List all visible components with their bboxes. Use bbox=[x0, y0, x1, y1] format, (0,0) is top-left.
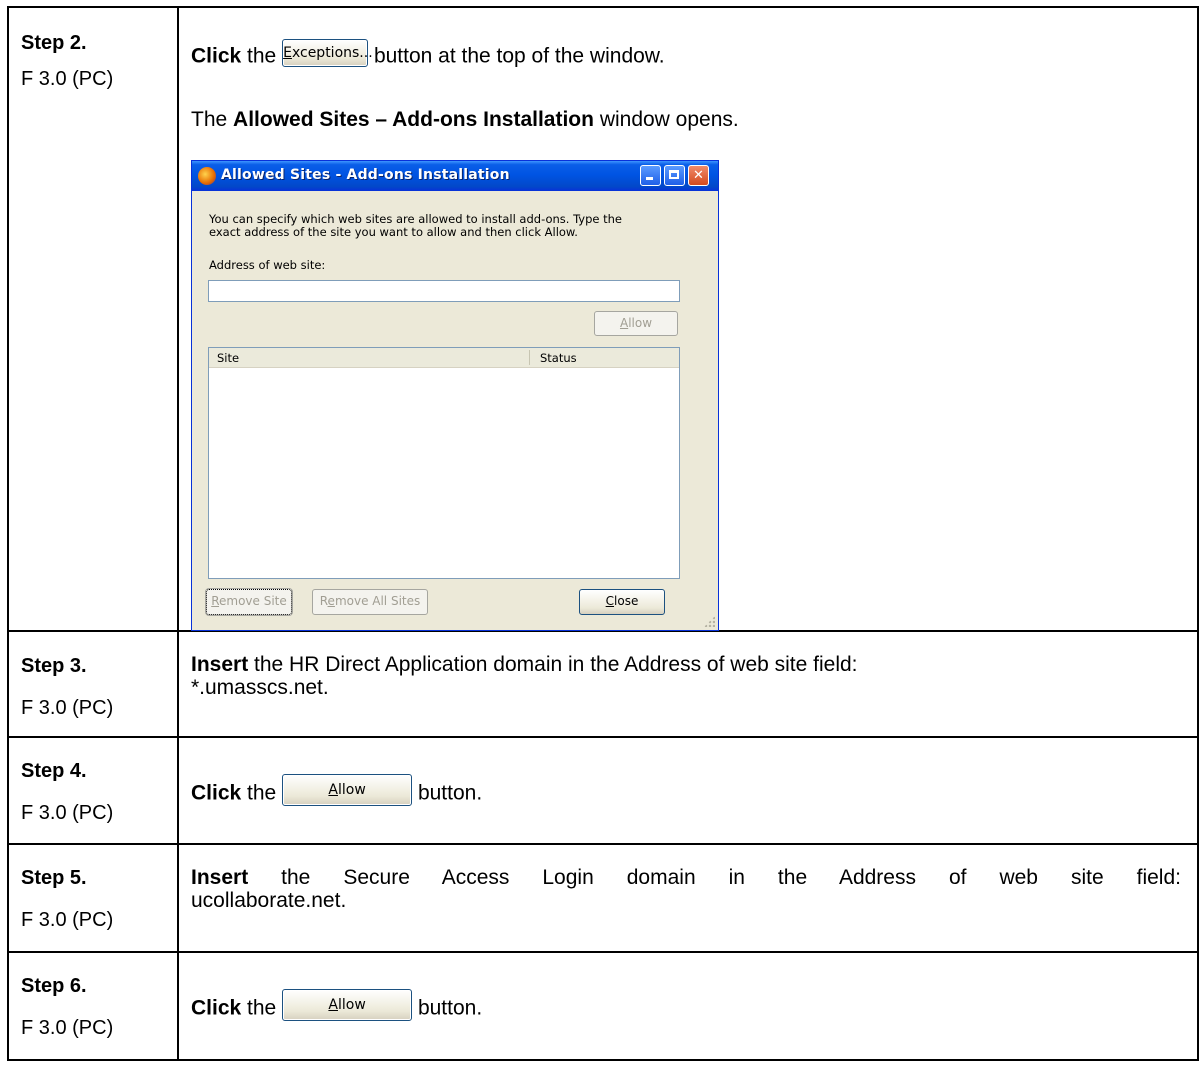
step-label: Step 4. bbox=[21, 760, 87, 782]
step-label: Step 5. bbox=[21, 867, 87, 889]
instruction-text: the Secure Access Login domain in the Ad… bbox=[281, 866, 1181, 889]
instruction-text: the HR Direct Application domain in the … bbox=[254, 653, 858, 676]
address-input[interactable] bbox=[208, 280, 680, 302]
step-cell: Step 3. F 3.0 (PC) bbox=[7, 630, 179, 738]
action-word: Insert bbox=[191, 653, 249, 676]
allow-button-image: Allow bbox=[282, 989, 413, 1021]
steps-table: Step 2. F 3.0 (PC) Click the Exceptions.… bbox=[7, 6, 1199, 1061]
instruction-text: *.umasscs.net. bbox=[191, 676, 329, 699]
instruction-text: ucollaborate.net. bbox=[191, 889, 347, 912]
maximize-icon[interactable] bbox=[664, 165, 685, 186]
remove-site-button[interactable]: Remove Site bbox=[205, 588, 293, 616]
resize-grip-icon[interactable] bbox=[704, 616, 715, 627]
action-word: Click bbox=[191, 781, 242, 805]
step-row-5: Step 5. F 3.0 (PC) Insert the Secure Acc… bbox=[7, 843, 1199, 953]
column-divider[interactable] bbox=[529, 350, 530, 365]
step-cell: Step 2. F 3.0 (PC) bbox=[7, 6, 179, 632]
action-word: Insert bbox=[191, 866, 249, 889]
sites-list[interactable]: Site Status bbox=[208, 347, 680, 579]
step-row-2: Step 2. F 3.0 (PC) Click the Exceptions.… bbox=[7, 6, 1199, 632]
instruction-text: button at the top of the window. bbox=[373, 44, 665, 68]
instruction-line: Click the Allow button. bbox=[191, 774, 1197, 810]
step-label: Step 2. bbox=[21, 32, 87, 54]
allow-button[interactable]: Allow bbox=[594, 311, 678, 336]
step-content: Insert the Secure Access Login domain in… bbox=[177, 843, 1199, 953]
close-button[interactable]: Close bbox=[579, 589, 665, 615]
instruction-text: the bbox=[247, 996, 277, 1020]
instruction-line: Insert the HR Direct Application domain … bbox=[191, 653, 1197, 699]
step-content: Insert the HR Direct Application domain … bbox=[177, 630, 1199, 738]
step-content: Click the Allow button. bbox=[177, 736, 1199, 845]
allow-button-image: Allow bbox=[282, 774, 413, 806]
instruction-text: button. bbox=[417, 781, 483, 805]
column-header-status[interactable]: Status bbox=[540, 351, 577, 365]
close-icon[interactable]: ✕ bbox=[688, 165, 709, 186]
result-text: The bbox=[191, 108, 228, 131]
step-label: Step 6. bbox=[21, 975, 87, 997]
window-name: Allowed Sites – Add-ons Installation bbox=[233, 108, 594, 131]
dialog-title: Allowed Sites - Add-ons Installation bbox=[221, 167, 510, 183]
remove-all-sites-button[interactable]: Remove All Sites bbox=[312, 589, 428, 615]
step-label: Step 3. bbox=[21, 655, 87, 677]
dialog-titlebar[interactable]: Allowed Sites - Add-ons Installation ✕ bbox=[192, 161, 718, 191]
action-word: Click bbox=[191, 996, 242, 1020]
step-row-4: Step 4. F 3.0 (PC) Click the Allow butto… bbox=[7, 736, 1199, 845]
result-line: The Allowed Sites – Add-ons Installation… bbox=[191, 107, 739, 133]
instruction-line: Click the Allow button. bbox=[191, 989, 1197, 1025]
column-header-site[interactable]: Site bbox=[217, 351, 239, 365]
instruction-text: the bbox=[247, 44, 277, 68]
firefox-icon bbox=[198, 167, 216, 185]
instruction-line: Click the Exceptions... button at the to… bbox=[191, 39, 665, 71]
step-row-6: Step 6. F 3.0 (PC) Click the Allow butto… bbox=[7, 951, 1199, 1061]
instruction-line: Insert the Secure Access Login domain in… bbox=[191, 866, 1181, 912]
allowed-sites-dialog: Allowed Sites - Add-ons Installation ✕ Y… bbox=[191, 160, 719, 631]
step-platform: F 3.0 (PC) bbox=[21, 1017, 114, 1039]
step-platform: F 3.0 (PC) bbox=[21, 802, 114, 824]
step-content: Click the Exceptions... button at the to… bbox=[177, 6, 1199, 632]
instruction-text: button. bbox=[417, 996, 483, 1020]
minimize-icon[interactable] bbox=[640, 165, 661, 186]
address-label: Address of web site: bbox=[209, 258, 326, 272]
step-platform: F 3.0 (PC) bbox=[21, 909, 114, 931]
instruction-text: the bbox=[247, 781, 277, 805]
step-cell: Step 6. F 3.0 (PC) bbox=[7, 951, 179, 1061]
step-platform: F 3.0 (PC) bbox=[21, 68, 114, 90]
action-word: Click bbox=[191, 44, 242, 68]
list-header: Site Status bbox=[209, 348, 679, 368]
step-content: Click the Allow button. bbox=[177, 951, 1199, 1061]
exceptions-button-image: Exceptions... bbox=[282, 39, 373, 67]
result-text: window opens. bbox=[599, 108, 739, 131]
step-cell: Step 4. F 3.0 (PC) bbox=[7, 736, 179, 845]
step-cell: Step 5. F 3.0 (PC) bbox=[7, 843, 179, 953]
step-row-3: Step 3. F 3.0 (PC) Insert the HR Direct … bbox=[7, 630, 1199, 738]
step-platform: F 3.0 (PC) bbox=[21, 697, 114, 719]
dialog-description-line: exact address of the site you want to al… bbox=[209, 225, 578, 239]
